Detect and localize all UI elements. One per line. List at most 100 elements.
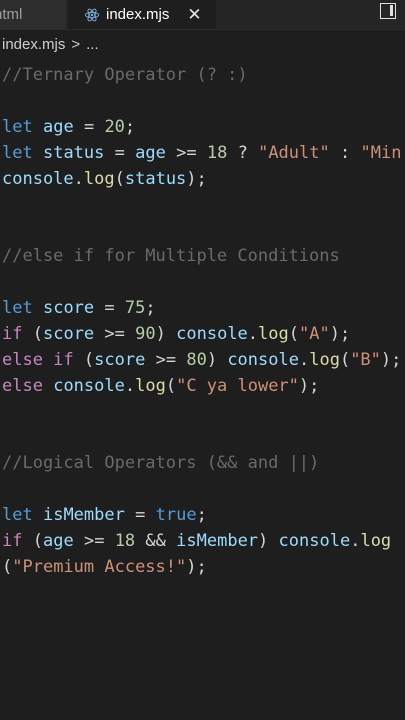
- identifier: age: [135, 142, 166, 163]
- punct: );: [298, 375, 320, 396]
- punct: ): [258, 531, 269, 552]
- operator: =: [104, 298, 115, 319]
- tab-index-mjs[interactable]: index.mjs ✕: [68, 0, 216, 29]
- punct: .: [247, 323, 259, 344]
- punct: (: [339, 349, 351, 370]
- code-line: let age = 20;: [0, 115, 405, 141]
- punct: .: [73, 168, 84, 189]
- punct: (: [114, 168, 125, 189]
- identifier: score: [42, 298, 95, 319]
- number: 75: [124, 298, 146, 319]
- punct: ): [155, 323, 166, 344]
- number: 18: [206, 142, 228, 163]
- punct: );: [380, 349, 402, 370]
- operator: &&: [145, 531, 166, 552]
- code-line: //Logical Operators (&& and ||): [0, 451, 405, 477]
- tab-bar: html index.mjs ✕: [0, 0, 405, 30]
- punct: .: [124, 375, 136, 396]
- punct: (: [32, 531, 43, 552]
- breadcrumb: index.mjs > ...: [2, 34, 99, 54]
- identifier: status: [124, 168, 187, 189]
- identifier: score: [94, 349, 146, 370]
- code-comment: //else if for Multiple Conditions: [2, 246, 340, 267]
- keyword: let: [2, 298, 33, 319]
- punct: (: [32, 323, 43, 344]
- function-name: log: [309, 349, 340, 370]
- punct: ;: [145, 298, 156, 319]
- punct: .: [298, 349, 310, 370]
- identifier: console: [278, 531, 351, 552]
- tab-label: html: [0, 6, 23, 23]
- punct: ;: [124, 116, 136, 137]
- keyword: else: [2, 375, 43, 396]
- keyword: let: [2, 142, 33, 163]
- identifier: age: [42, 531, 74, 552]
- punct: ;: [196, 505, 207, 526]
- breadcrumb-more[interactable]: ...: [86, 36, 99, 53]
- string: "Premium Access!": [12, 556, 187, 577]
- punct: (: [83, 349, 95, 370]
- close-icon[interactable]: ✕: [187, 5, 201, 25]
- operator: :: [339, 142, 351, 163]
- number: 90: [135, 323, 156, 344]
- punct: (: [2, 556, 13, 577]
- identifier: console: [227, 349, 299, 370]
- number: 20: [104, 116, 125, 137]
- function-name: log: [258, 323, 289, 344]
- identifier: console: [53, 375, 125, 396]
- tab-html[interactable]: html: [0, 0, 66, 29]
- keyword: let: [2, 116, 33, 137]
- function-name: log: [360, 531, 392, 552]
- code-line: else console.log("C ya lower");: [0, 374, 405, 400]
- operator: >=: [104, 323, 125, 344]
- tab-label: index.mjs: [106, 6, 170, 23]
- code-line: ("Premium Access!");: [0, 555, 405, 581]
- code-line: if (score >= 90) console.log("A");: [0, 322, 405, 348]
- string: "B": [350, 349, 381, 370]
- operator: >=: [83, 531, 105, 552]
- operator: =: [114, 142, 125, 163]
- code-line: let isMember = true;: [0, 503, 405, 529]
- code-comment: //Ternary Operator (? :): [2, 65, 248, 85]
- function-name: log: [135, 375, 166, 396]
- chevron-right-icon: >: [71, 35, 81, 53]
- punct: (: [165, 375, 177, 396]
- code-line: //Ternary Operator (? :): [0, 63, 405, 89]
- identifier: score: [42, 323, 95, 344]
- number: 18: [114, 531, 136, 552]
- code-comment: //Logical Operators (&& and ||): [2, 453, 320, 474]
- code-line: else if (score >= 80) console.log("B");: [0, 348, 405, 374]
- code-line: let status = age >= 18 ? "Adult" : "Min: [0, 141, 405, 167]
- string: "Min: [360, 142, 402, 163]
- string: "C ya lower": [176, 375, 299, 396]
- punct: (: [288, 323, 300, 344]
- code-line: console.log(status);: [0, 167, 405, 193]
- keyword: let: [2, 505, 33, 526]
- identifier: isMember: [42, 505, 125, 526]
- breadcrumb-file[interactable]: index.mjs: [2, 36, 65, 53]
- function-name: log: [83, 168, 115, 189]
- split-editor-icon[interactable]: [380, 3, 396, 19]
- code-line: if (age >= 18 && isMember) console.log: [0, 529, 405, 555]
- identifier: status: [42, 142, 105, 163]
- punct: );: [186, 556, 207, 577]
- identifier: console: [176, 323, 248, 344]
- boolean: true: [155, 505, 197, 526]
- keyword: if: [2, 531, 23, 552]
- operator: ?: [237, 142, 248, 163]
- identifier: age: [42, 116, 74, 137]
- operator: =: [83, 116, 95, 137]
- code-editor[interactable]: //Ternary Operator (? :) let age = 20; l…: [0, 63, 405, 581]
- identifier: console: [2, 168, 74, 189]
- operator: >=: [176, 142, 197, 163]
- punct: );: [186, 168, 207, 189]
- identifier: isMember: [176, 531, 259, 552]
- react-icon: [84, 8, 100, 21]
